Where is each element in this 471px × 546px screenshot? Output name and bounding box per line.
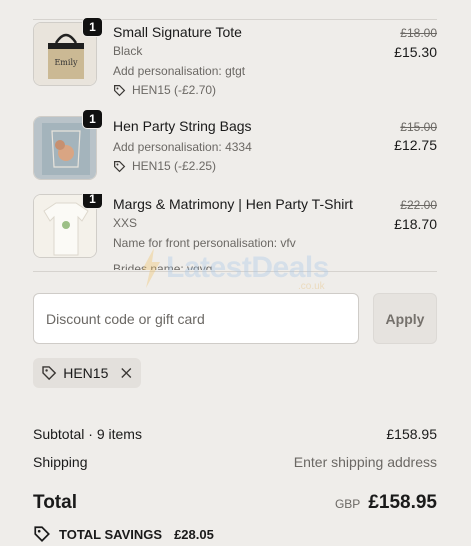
discount-code-placeholder: Discount code or gift card bbox=[46, 310, 205, 327]
item-discount-label: HEN15 (-£2.25) bbox=[132, 159, 217, 173]
tag-icon bbox=[42, 366, 57, 381]
savings-label: TOTAL SAVINGS bbox=[59, 526, 163, 542]
item-variant: XXS bbox=[113, 216, 138, 230]
item-personalisation: Name for front personalisation: vfv bbox=[113, 236, 296, 250]
total-label: Total bbox=[33, 492, 77, 513]
item-price: £15.30 bbox=[394, 44, 437, 60]
apply-button[interactable]: Apply bbox=[373, 293, 437, 344]
subtotal-label: Subtotal · 9 items bbox=[33, 426, 142, 442]
svg-text:Emily: Emily bbox=[54, 58, 78, 67]
item-title: Margs & Matrimony | Hen Party T-Shirt bbox=[113, 196, 353, 212]
shipping-value: Enter shipping address bbox=[293, 454, 437, 470]
item-title: Small Signature Tote bbox=[113, 24, 242, 40]
item-variant: Black bbox=[113, 44, 143, 58]
applied-discount-chip: HEN15 bbox=[33, 358, 141, 388]
discount-code-input[interactable]: Discount code or gift card bbox=[33, 293, 359, 344]
remove-discount-close-icon[interactable] bbox=[120, 366, 133, 380]
shipping-label: Shipping bbox=[33, 454, 88, 470]
total-amount: GBP £158.95 bbox=[335, 492, 437, 514]
savings-value: £28.05 bbox=[174, 526, 214, 542]
item-discount: HEN15 (-£2.70) bbox=[113, 83, 216, 97]
item-personalisation: Add personalisation: gtgt bbox=[113, 64, 246, 78]
items-divider bbox=[33, 271, 437, 272]
line-item-tshirt: 1 Margs & Matrimony | Hen Party T-Shirt … bbox=[33, 194, 437, 270]
savings-tag-icon bbox=[34, 526, 50, 542]
line-item-tote: Emily 1 Small Signature Tote Black Add p… bbox=[33, 17, 437, 102]
original-price: £15.00 bbox=[400, 120, 437, 134]
currency-code: GBP bbox=[334, 497, 361, 511]
quantity-badge: 1 bbox=[82, 17, 103, 37]
watermark-sub: .co.uk bbox=[298, 281, 325, 292]
original-price: £22.00 bbox=[400, 198, 437, 212]
tag-icon bbox=[114, 84, 126, 96]
item-price: £12.75 bbox=[394, 137, 437, 153]
quantity-badge: 1 bbox=[82, 194, 103, 209]
total-row: Total GBP £158.95 bbox=[33, 492, 437, 516]
item-title: Hen Party String Bags bbox=[113, 118, 252, 134]
item-personalisation-2: Brides name: vgvg bbox=[113, 262, 213, 270]
item-discount: HEN15 (-£2.25) bbox=[113, 159, 216, 173]
subtotal-value: £158.95 bbox=[386, 426, 437, 442]
tag-icon bbox=[114, 160, 126, 172]
line-item-string-bags: 1 Hen Party String Bags Add personalisat… bbox=[33, 109, 437, 186]
item-price: £18.70 bbox=[394, 216, 437, 232]
item-discount-label: HEN15 (-£2.70) bbox=[132, 83, 217, 97]
total-value: £158.95 bbox=[368, 492, 437, 513]
subtotal-row: Subtotal · 9 items £158.95 bbox=[33, 426, 437, 442]
original-price: £18.00 bbox=[400, 26, 437, 40]
savings-row: TOTAL SAVINGS £28.05 bbox=[33, 525, 437, 543]
item-personalisation: Add personalisation: 4334 bbox=[113, 140, 252, 154]
shipping-row: Shipping Enter shipping address bbox=[33, 454, 437, 470]
applied-code-label: HEN15 bbox=[63, 365, 109, 381]
quantity-badge: 1 bbox=[82, 109, 103, 129]
